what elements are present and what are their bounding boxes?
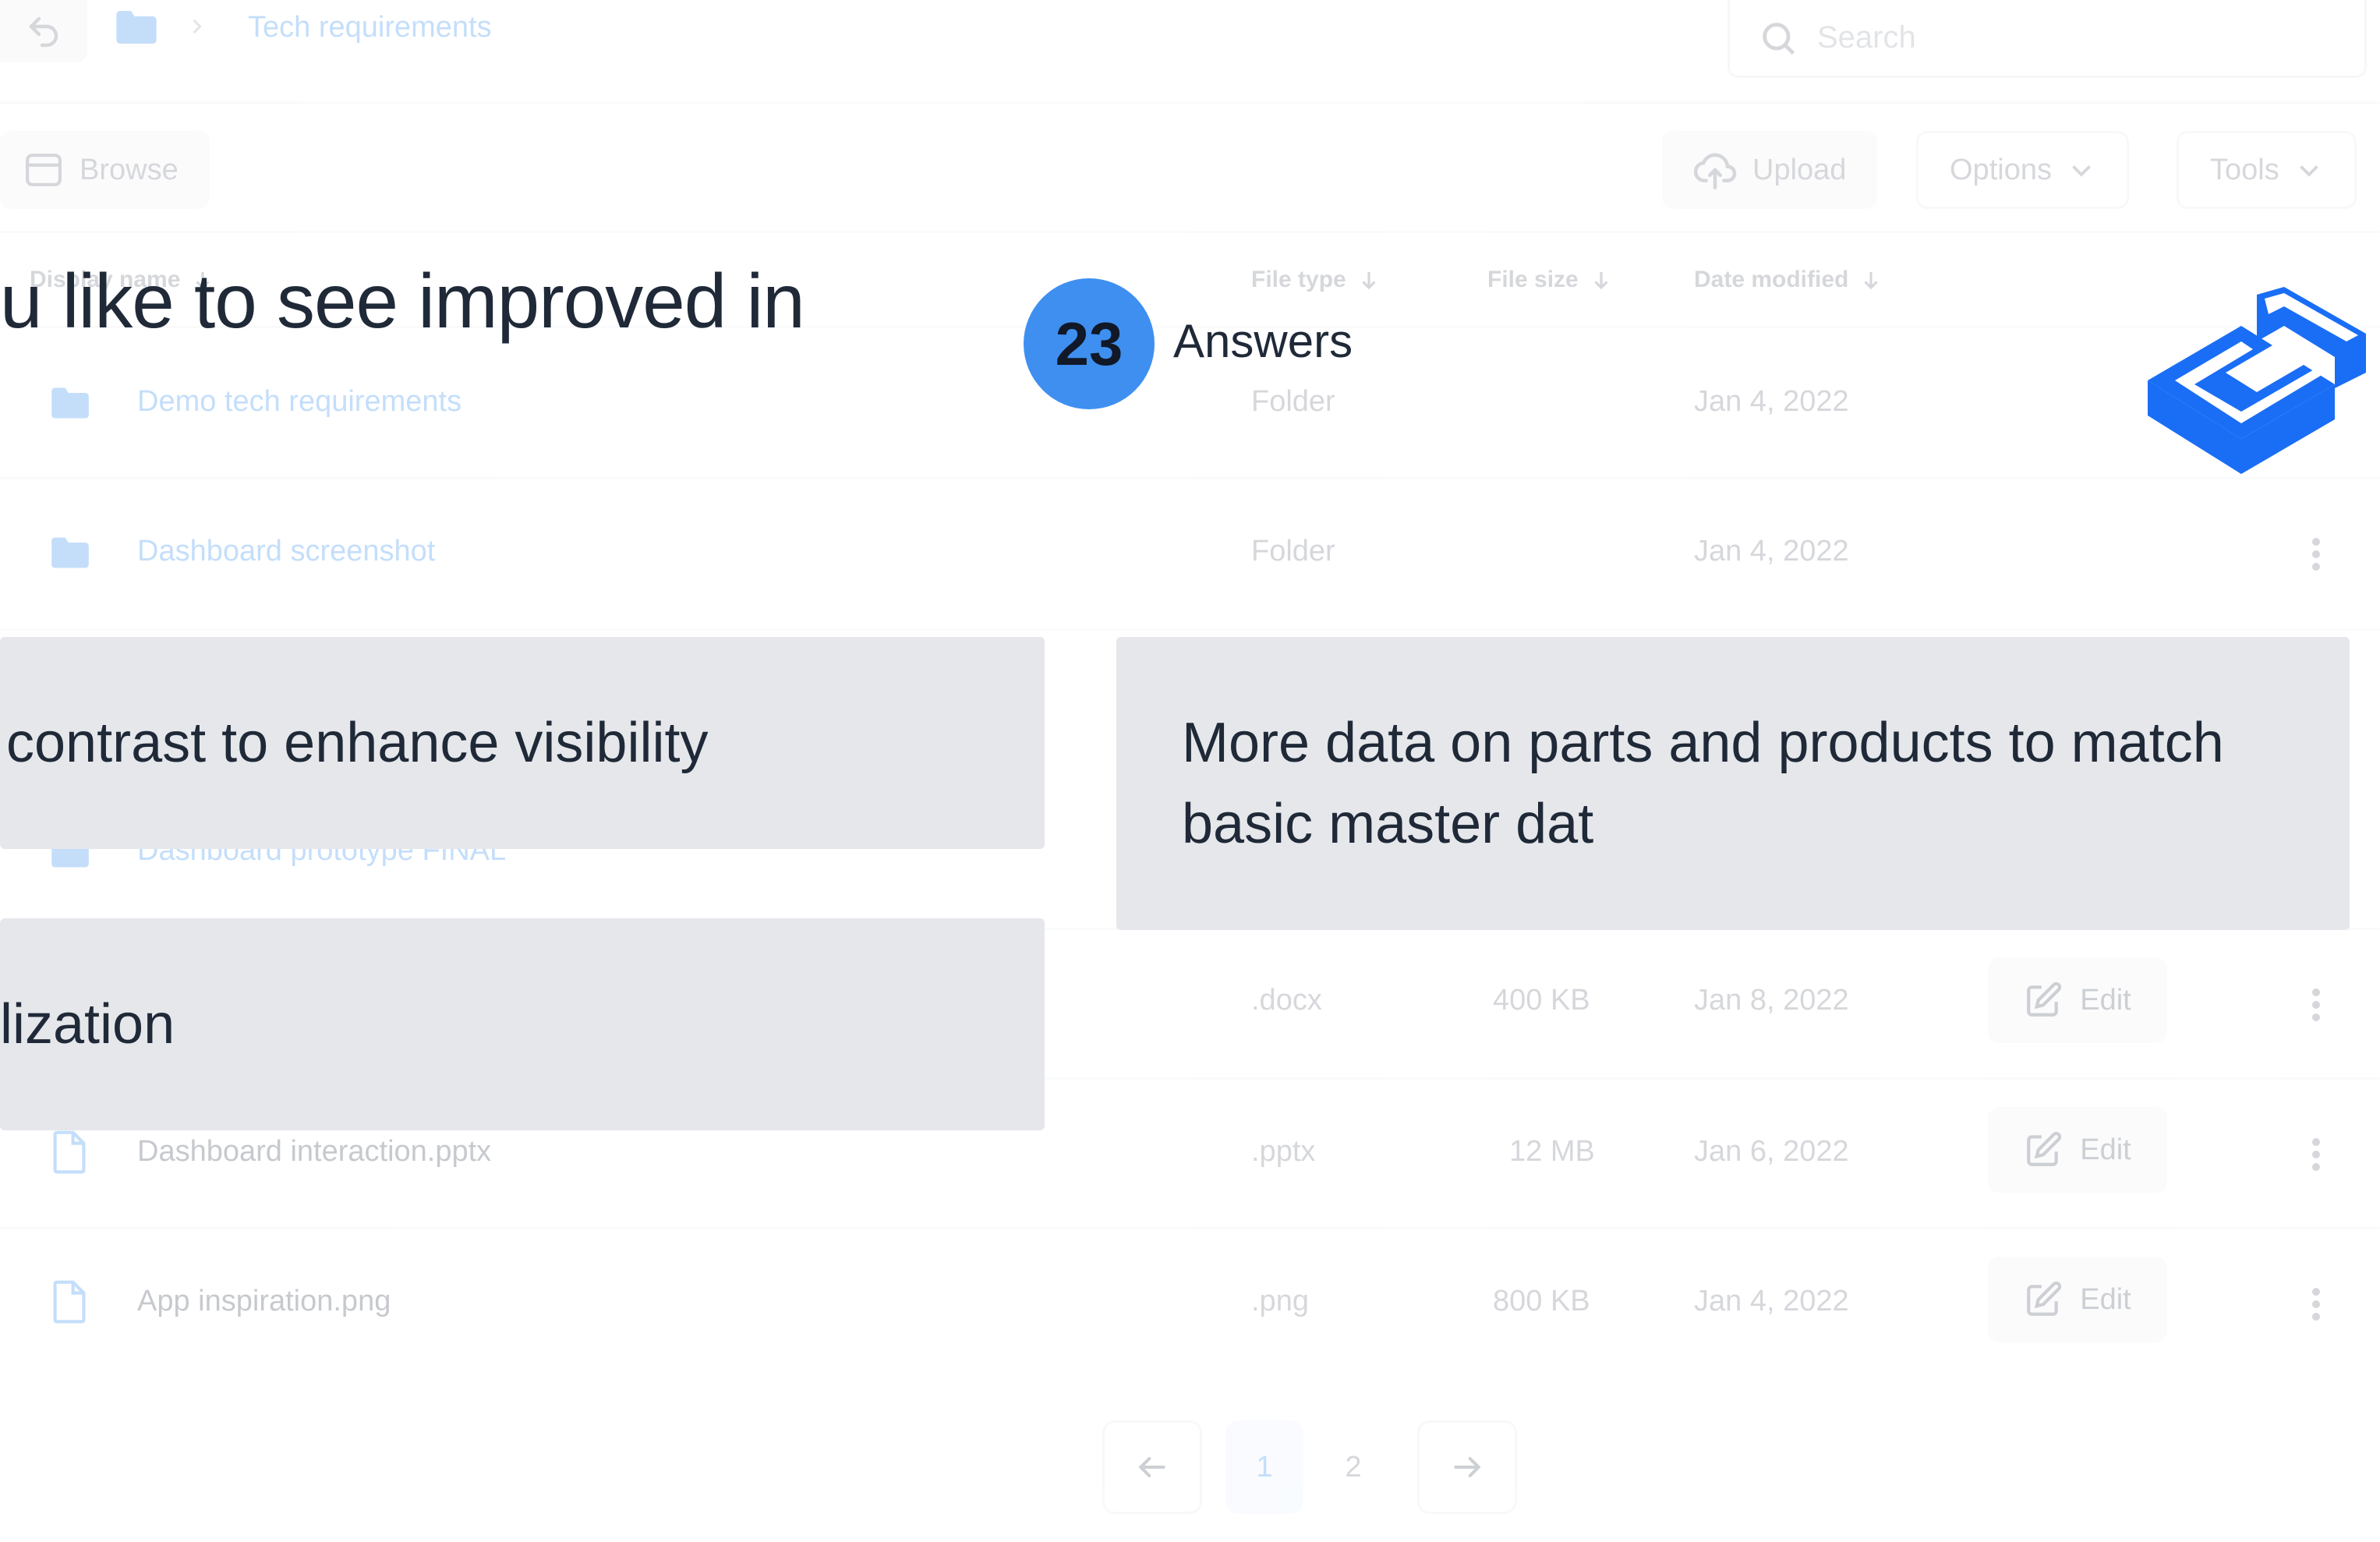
upload-cloud-icon — [1693, 153, 1737, 189]
kebab-menu-icon[interactable] — [2312, 1283, 2323, 1325]
file-name[interactable]: Dashboard interaction.pptx — [137, 1135, 491, 1169]
prev-page-button[interactable] — [1102, 1420, 1202, 1514]
options-dropdown[interactable]: Options — [1916, 131, 2129, 209]
folder-icon — [51, 537, 89, 568]
chevron-right-icon — [193, 19, 202, 34]
file-type: .png — [1251, 1285, 1309, 1317]
file-size: 12 MB — [1509, 1135, 1595, 1168]
file-name[interactable]: Demo tech requirements — [137, 385, 462, 419]
answer-card: lization — [0, 918, 1045, 1130]
kebab-menu-icon[interactable] — [2312, 984, 2323, 1026]
answers-label: Answers — [1173, 315, 1353, 367]
upload-button[interactable]: Upload — [1662, 131, 1878, 209]
sort-down-icon — [1594, 272, 1608, 290]
kebab-menu-icon[interactable] — [2312, 1134, 2323, 1176]
row-divider — [0, 477, 2380, 479]
row-divider — [0, 628, 2380, 631]
browse-icon — [26, 154, 62, 186]
file-date: Jan 4, 2022 — [1694, 535, 1849, 568]
answers-count-badge: 23 — [1024, 278, 1155, 409]
arrow-left-icon — [1138, 1456, 1165, 1478]
file-name[interactable]: Dashboard screenshot — [137, 535, 435, 568]
edit-button[interactable]: Edit — [1988, 1107, 2167, 1193]
file-date: Jan 4, 2022 — [1694, 385, 1849, 418]
file-type: Folder — [1251, 385, 1335, 418]
browse-label: Browse — [80, 153, 179, 186]
column-header-type[interactable]: File type — [1251, 267, 1381, 293]
brand-logo — [2148, 287, 2366, 474]
edit-label: Edit — [2080, 1133, 2131, 1166]
breadcrumb-folder[interactable] — [109, 0, 164, 55]
toolbar-divider — [0, 231, 2380, 233]
browse-button[interactable]: Browse — [0, 131, 210, 209]
search-icon — [1763, 22, 1795, 55]
file-type: .docx — [1251, 984, 1322, 1017]
edit-label: Edit — [2080, 983, 2131, 1017]
folder-icon — [116, 11, 157, 44]
search-input[interactable]: Search — [1817, 20, 1916, 55]
sort-down-icon — [1864, 272, 1878, 290]
folder-icon — [51, 387, 89, 419]
column-header-date[interactable]: Date modified — [1694, 267, 1883, 293]
answer-card: contrast to enhance visibility — [0, 637, 1045, 849]
tools-dropdown[interactable]: Tools — [2177, 131, 2357, 209]
edit-label: Edit — [2080, 1282, 2131, 1316]
file-type: .pptx — [1251, 1135, 1316, 1168]
edit-icon — [2027, 1131, 2062, 1166]
arrow-right-icon — [1454, 1456, 1481, 1478]
topbar-divider — [0, 101, 2380, 104]
back-arrow-icon — [29, 16, 58, 48]
file-icon — [53, 1130, 86, 1174]
search-bar[interactable]: Search — [1728, 0, 2367, 78]
answer-card: More data on parts and products to match… — [1116, 637, 2350, 930]
kebab-menu-icon[interactable] — [2312, 533, 2323, 575]
tools-label: Tools — [2210, 153, 2279, 186]
back-button[interactable] — [0, 0, 87, 62]
options-label: Options — [1950, 153, 2052, 186]
sort-down-icon — [1362, 272, 1376, 290]
page-1-button[interactable]: 1 — [1225, 1420, 1303, 1514]
upload-label: Upload — [1752, 153, 1847, 186]
next-page-button[interactable] — [1417, 1420, 1517, 1514]
file-date: Jan 8, 2022 — [1694, 984, 1849, 1017]
file-size: 400 KB — [1493, 984, 1590, 1017]
answer-text: contrast to enhance visibility — [6, 712, 709, 774]
file-date: Jan 6, 2022 — [1694, 1135, 1849, 1168]
column-header-size[interactable]: File size — [1487, 267, 1613, 293]
file-size: 800 KB — [1493, 1285, 1590, 1317]
survey-question: u like to see improved in — [0, 258, 805, 344]
edit-icon — [2027, 981, 2062, 1017]
file-icon — [53, 1280, 86, 1324]
file-name[interactable]: App inspiration.png — [137, 1285, 391, 1318]
edit-button[interactable]: Edit — [1988, 957, 2167, 1043]
file-date: Jan 4, 2022 — [1694, 1285, 1849, 1317]
row-divider — [0, 1227, 2380, 1229]
page-2-button[interactable]: 2 — [1314, 1420, 1392, 1514]
file-type: Folder — [1251, 535, 1335, 568]
answer-text: lization — [0, 993, 175, 1056]
edit-icon — [2027, 1281, 2062, 1316]
chevron-down-icon — [2072, 165, 2091, 177]
chevron-down-icon — [2299, 165, 2318, 177]
breadcrumb-current[interactable]: Tech requirements — [248, 11, 492, 44]
edit-button[interactable]: Edit — [1988, 1257, 2167, 1342]
answer-text: More data on parts and products to match… — [1182, 712, 2224, 855]
